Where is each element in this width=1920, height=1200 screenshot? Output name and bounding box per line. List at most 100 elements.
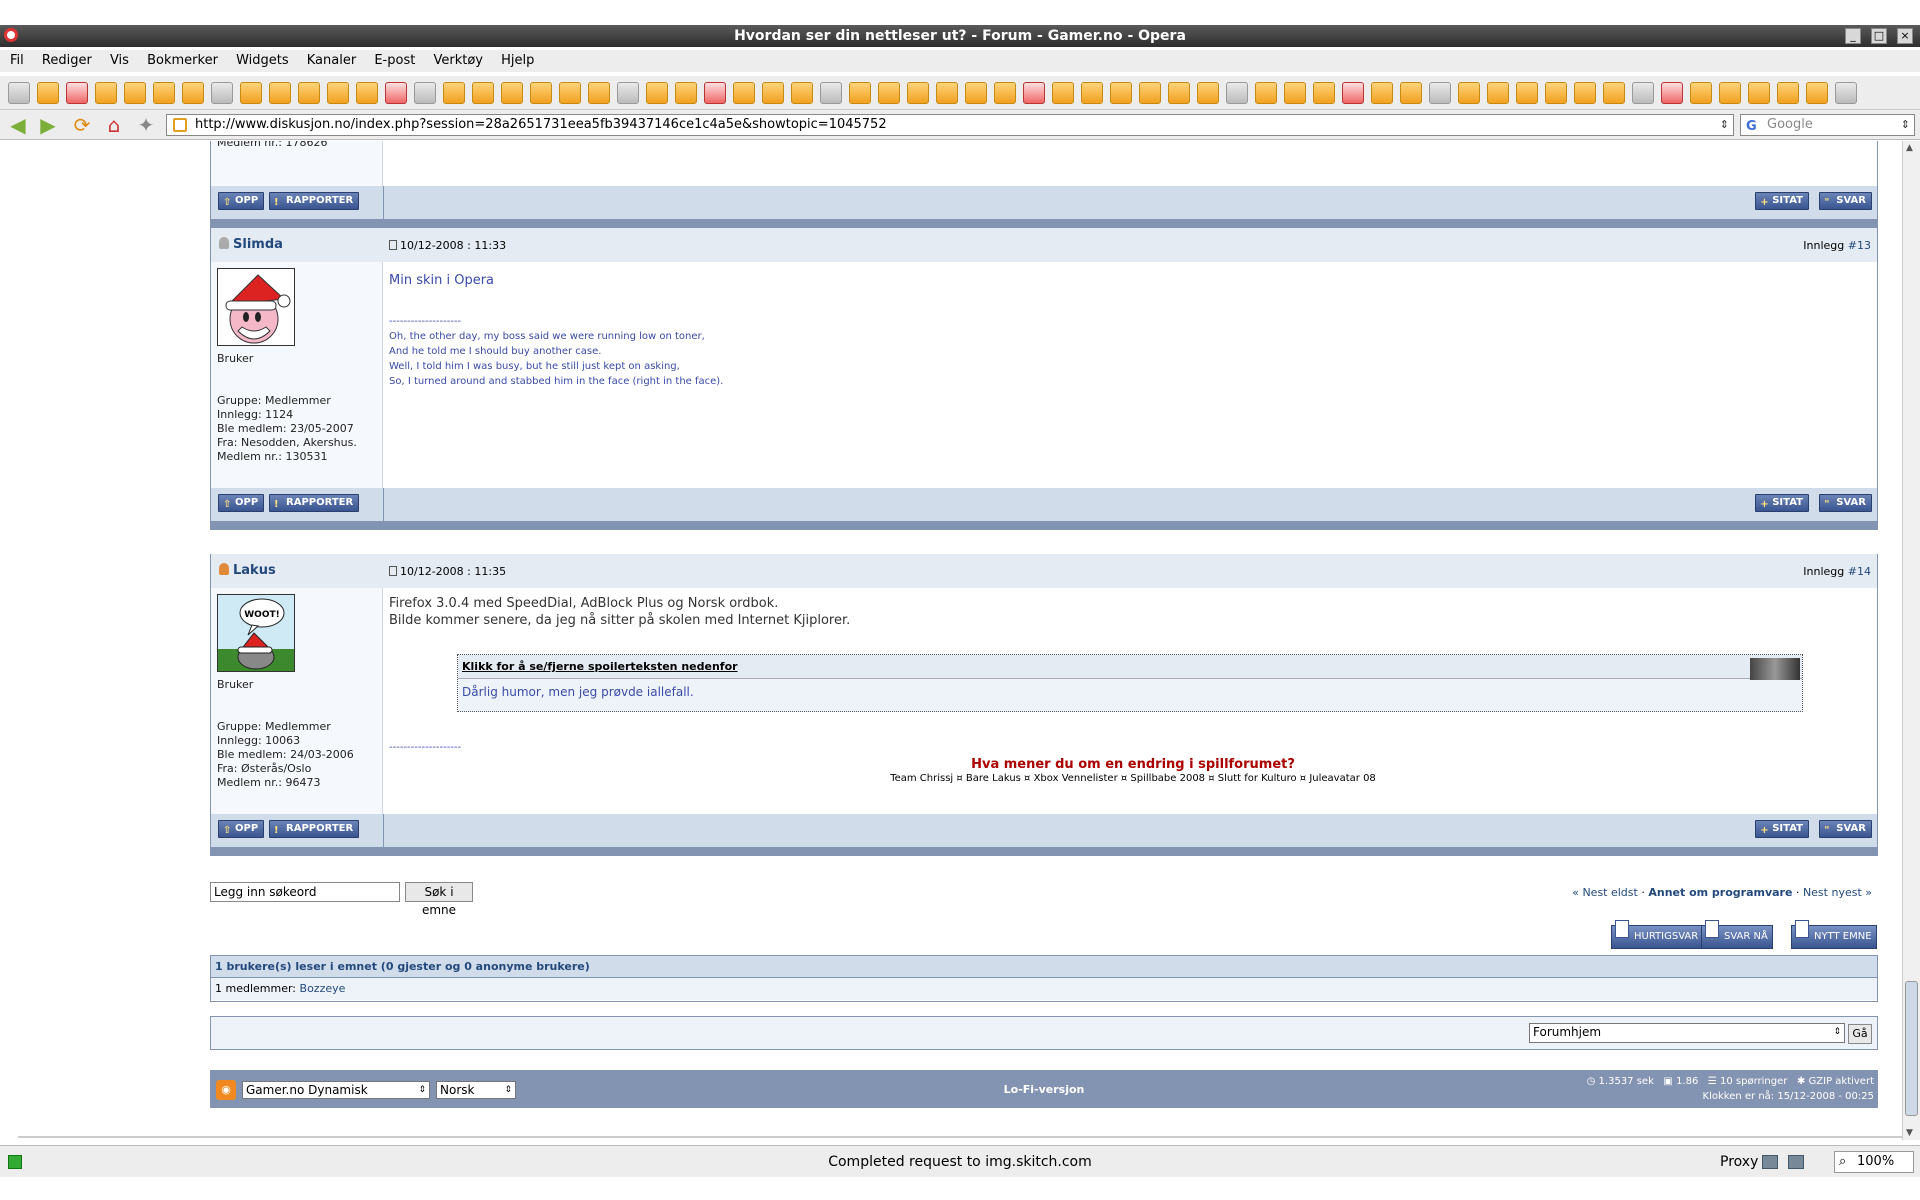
menu-fil[interactable]: Fil	[10, 53, 24, 68]
rapporter-button[interactable]: ! RAPPORTER	[269, 820, 360, 838]
tab-favicon-icon[interactable]	[327, 82, 349, 104]
tab-favicon-icon[interactable]	[95, 82, 117, 104]
forward-icon[interactable]: ▶	[36, 113, 60, 137]
reload-icon[interactable]: ⟳	[70, 113, 94, 137]
tab-favicon-icon[interactable]	[1284, 82, 1306, 104]
tab-favicon-icon[interactable]	[1197, 82, 1219, 104]
tab-favicon-icon[interactable]	[965, 82, 987, 104]
author-name[interactable]: Lakus	[219, 563, 276, 578]
tab-favicon-icon[interactable]	[269, 82, 291, 104]
home-icon[interactable]: ⌂	[102, 113, 126, 137]
search-field[interactable]: G Google ⇕	[1740, 114, 1915, 136]
tab-favicon-icon[interactable]	[588, 82, 610, 104]
tab-favicon-icon[interactable]	[1052, 82, 1074, 104]
next-topic-link[interactable]: Nest nyest »	[1803, 886, 1872, 899]
minimize-icon[interactable]: _	[1845, 28, 1861, 44]
tab-favicon-icon[interactable]	[704, 82, 726, 104]
signature-title[interactable]: Hva mener du om en endring i spillforume…	[389, 757, 1877, 772]
vertical-scrollbar[interactable]: ▲ ▼	[1902, 141, 1920, 1140]
zoom-control[interactable]: ⌕ 100%	[1834, 1151, 1914, 1173]
tab-favicon-icon[interactable]	[1168, 82, 1190, 104]
svar-button[interactable]: " SVAR	[1819, 820, 1872, 838]
tab-favicon-icon[interactable]	[1313, 82, 1335, 104]
address-field[interactable]: http://www.diskusjon.no/index.php?sessio…	[166, 114, 1734, 136]
scroll-up-icon[interactable]: ▲	[1906, 143, 1913, 153]
signature-links[interactable]: Team Chrissj ¤ Bare Lakus ¤ Xbox Venneli…	[389, 773, 1877, 784]
tab-favicon-icon[interactable]	[443, 82, 465, 104]
tab-favicon-icon[interactable]	[617, 82, 639, 104]
tab-favicon-icon[interactable]	[240, 82, 262, 104]
tab-favicon-icon[interactable]	[820, 82, 842, 104]
tab-favicon-icon[interactable]	[1777, 82, 1799, 104]
topic-search-button[interactable]: Søk i emne	[405, 882, 473, 917]
forum-link[interactable]: Annet om programvare	[1648, 886, 1792, 899]
tab-favicon-icon[interactable]	[211, 82, 233, 104]
sitat-button[interactable]: + SITAT	[1755, 192, 1809, 210]
quick-reply-button[interactable]: HURTIGSVAR	[1611, 920, 1704, 949]
tab-favicon-icon[interactable]	[1719, 82, 1741, 104]
presentation-icon[interactable]	[1762, 1155, 1778, 1169]
tab-favicon-icon[interactable]	[356, 82, 378, 104]
tab-favicon-icon[interactable]	[1748, 82, 1770, 104]
sitat-button[interactable]: + SITAT	[1755, 494, 1809, 512]
post-link[interactable]: Min skin i Opera	[389, 273, 494, 288]
tab-favicon-icon[interactable]	[1371, 82, 1393, 104]
wand-icon[interactable]: ✦	[134, 113, 158, 137]
tab-favicon-icon[interactable]	[1139, 82, 1161, 104]
tab-favicon-icon[interactable]	[1487, 82, 1509, 104]
tab-favicon-icon[interactable]	[66, 82, 88, 104]
tab-favicon-icon[interactable]	[1081, 82, 1103, 104]
tab-favicon-icon[interactable]	[37, 82, 59, 104]
prev-topic-link[interactable]: « Nest eldst	[1572, 886, 1638, 899]
address-dropdown-icon[interactable]: ⇕	[1720, 115, 1729, 135]
tab-favicon-icon[interactable]	[1429, 82, 1451, 104]
back-icon[interactable]: ◀	[6, 113, 30, 137]
tab-favicon-icon[interactable]	[791, 82, 813, 104]
images-icon[interactable]	[1788, 1155, 1804, 1169]
tab-favicon-icon[interactable]	[414, 82, 436, 104]
reader-member-link[interactable]: Bozzeye	[300, 982, 346, 995]
tab-favicon-icon[interactable]	[559, 82, 581, 104]
horizontal-scrollbar[interactable]	[18, 1136, 1902, 1138]
tab-favicon-icon[interactable]	[733, 82, 755, 104]
rapporter-button[interactable]: ! RAPPORTER	[269, 192, 360, 210]
tab-favicon-icon[interactable]	[8, 82, 30, 104]
rapporter-button[interactable]: ! RAPPORTER	[269, 494, 360, 512]
menu-bokmerker[interactable]: Bokmerker	[147, 53, 218, 68]
tab-favicon-icon[interactable]	[1545, 82, 1567, 104]
tab-favicon-icon[interactable]	[1458, 82, 1480, 104]
tab-favicon-icon[interactable]	[124, 82, 146, 104]
tab-favicon-icon[interactable]	[1806, 82, 1828, 104]
svar-button[interactable]: " SVAR	[1819, 494, 1872, 512]
tab-favicon-icon[interactable]	[1603, 82, 1625, 104]
tab-favicon-icon[interactable]	[530, 82, 552, 104]
tab-favicon-icon[interactable]	[1661, 82, 1683, 104]
tab-favicon-icon[interactable]	[182, 82, 204, 104]
tab-favicon-icon[interactable]	[675, 82, 697, 104]
tab-favicon-icon[interactable]	[1226, 82, 1248, 104]
skin-select[interactable]: Gamer.no Dynamisk ⇕	[242, 1081, 430, 1099]
tab-favicon-icon[interactable]	[762, 82, 784, 104]
search-dropdown-icon[interactable]: ⇕	[1901, 115, 1910, 135]
tab-favicon-icon[interactable]	[907, 82, 929, 104]
tab-favicon-icon[interactable]	[1023, 82, 1045, 104]
tab-favicon-icon[interactable]	[994, 82, 1016, 104]
tab-favicon-icon[interactable]	[936, 82, 958, 104]
tab-favicon-icon[interactable]	[849, 82, 871, 104]
scrollbar-thumb[interactable]	[1905, 981, 1918, 1116]
sitat-button[interactable]: + SITAT	[1755, 820, 1809, 838]
tab-favicon-icon[interactable]	[1255, 82, 1277, 104]
menu-vis[interactable]: Vis	[110, 53, 129, 68]
post-number-link[interactable]: #14	[1848, 565, 1871, 578]
menu-widgets[interactable]: Widgets	[236, 53, 289, 68]
tab-favicon-icon[interactable]	[1110, 82, 1132, 104]
tab-favicon-icon[interactable]	[501, 82, 523, 104]
tab-favicon-icon[interactable]	[1632, 82, 1654, 104]
maximize-icon[interactable]: □	[1871, 28, 1887, 44]
proxy-toggle[interactable]: Proxy	[1720, 1146, 1758, 1178]
menu-e-post[interactable]: E-post	[374, 53, 415, 68]
tab-favicon-icon[interactable]	[1574, 82, 1596, 104]
tab-favicon-icon[interactable]	[298, 82, 320, 104]
language-select[interactable]: Norsk ⇕	[436, 1081, 516, 1099]
tab-favicon-icon[interactable]	[153, 82, 175, 104]
